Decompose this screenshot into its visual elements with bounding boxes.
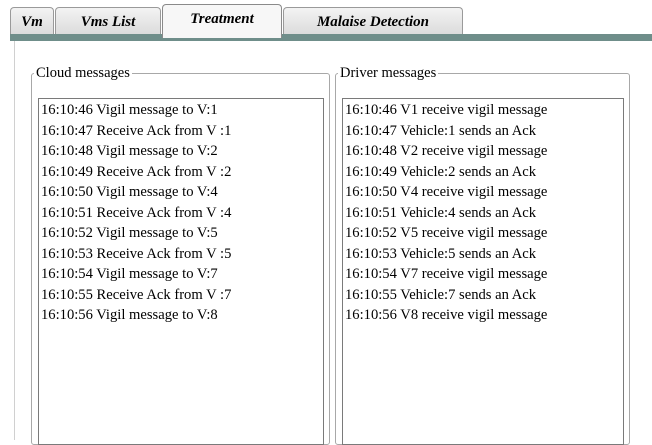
driver-message-item[interactable]: 16:10:48 V2 receive vigil message [345, 141, 621, 162]
cloud-messages-list[interactable]: 16:10:46 Vigil message to V:1 16:10:47 Re… [38, 98, 324, 445]
tab-strip: Vm Vms List Treatment Malaise Detection [10, 4, 650, 38]
driver-messages-title: Driver messages [340, 65, 437, 81]
cloud-message-item[interactable]: 16:10:49 Receive Ack from V :2 [41, 162, 321, 183]
cloud-message-item[interactable]: 16:10:50 Vigil message to V:4 [41, 182, 321, 203]
driver-message-item[interactable]: 16:10:50 V4 receive vigil message [345, 182, 621, 203]
cloud-message-item[interactable]: 16:10:56 Vigil message to V:8 [41, 305, 321, 326]
driver-message-item[interactable]: 16:10:52 V5 receive vigil message [345, 223, 621, 244]
cloud-messages-group: Cloud messages 16:10:46 Vigil message to… [31, 65, 330, 445]
tab-vms-list[interactable]: Vms List [55, 7, 161, 37]
tab-bar-underline [10, 34, 652, 41]
tab-vm[interactable]: Vm [10, 7, 54, 37]
driver-messages-list[interactable]: 16:10:46 V1 receive vigil message 16:10:4… [342, 98, 624, 445]
cloud-message-item[interactable]: 16:10:54 Vigil message to V:7 [41, 264, 321, 285]
cloud-message-item[interactable]: 16:10:48 Vigil message to V:2 [41, 141, 321, 162]
tab-treatment[interactable]: Treatment [162, 4, 282, 38]
cloud-message-item[interactable]: 16:10:55 Receive Ack from V :7 [41, 285, 321, 306]
driver-message-item[interactable]: 16:10:49 Vehicle:2 sends an Ack [345, 162, 621, 183]
cloud-message-item[interactable]: 16:10:51 Receive Ack from V :4 [41, 203, 321, 224]
driver-message-item[interactable]: 16:10:56 V8 receive vigil message [345, 305, 621, 326]
driver-message-item[interactable]: 16:10:53 Vehicle:5 sends an Ack [345, 244, 621, 265]
cloud-message-item[interactable]: 16:10:46 Vigil message to V:1 [41, 100, 321, 121]
driver-message-item[interactable]: 16:10:55 Vehicle:7 sends an Ack [345, 285, 621, 306]
cloud-messages-title: Cloud messages [36, 65, 130, 81]
driver-messages-group: Driver messages 16:10:46 V1 receive vigi… [335, 65, 630, 445]
cloud-message-item[interactable]: 16:10:47 Receive Ack from V :1 [41, 121, 321, 142]
treatment-panel: Cloud messages 16:10:46 Vigil message to… [14, 41, 652, 445]
driver-message-item[interactable]: 16:10:46 V1 receive vigil message [345, 100, 621, 121]
driver-message-item[interactable]: 16:10:51 Vehicle:4 sends an Ack [345, 203, 621, 224]
cloud-message-item[interactable]: 16:10:52 Vigil message to V:5 [41, 223, 321, 244]
driver-message-item[interactable]: 16:10:47 Vehicle:1 sends an Ack [345, 121, 621, 142]
tab-malaise-detection[interactable]: Malaise Detection [283, 7, 463, 37]
cloud-message-item[interactable]: 16:10:53 Receive Ack from V :5 [41, 244, 321, 265]
driver-message-item[interactable]: 16:10:54 V7 receive vigil message [345, 264, 621, 285]
